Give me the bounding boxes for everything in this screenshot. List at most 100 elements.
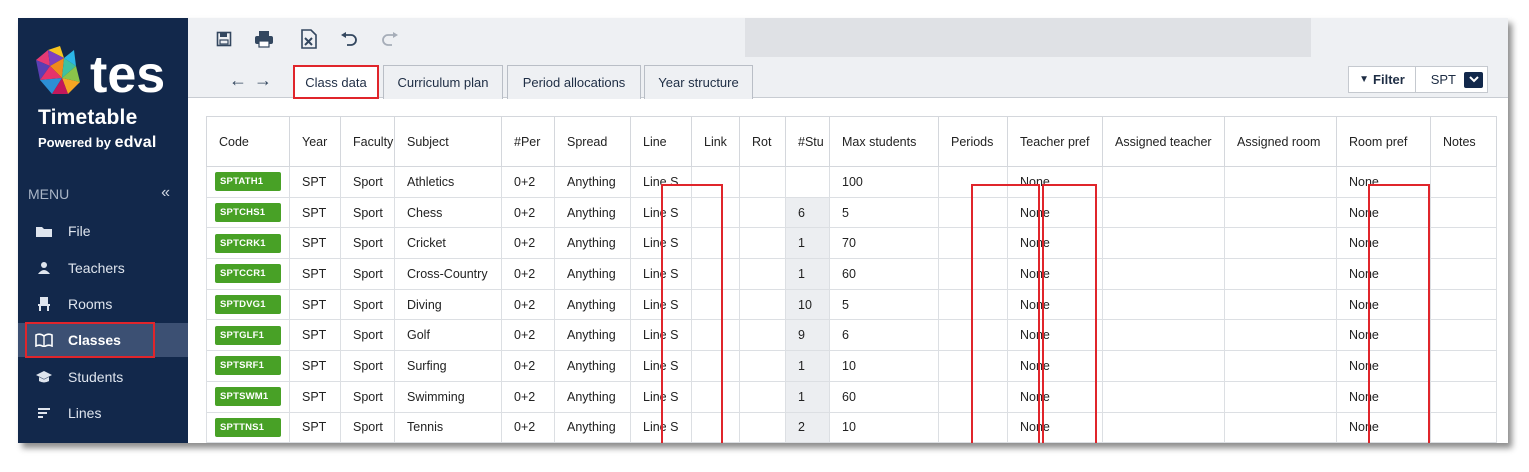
column-header-rot[interactable]: Rot [739,116,786,167]
cell-rot[interactable] [739,227,786,260]
cell-periods[interactable] [938,166,1008,198]
cell-stu[interactable]: 1 [785,380,830,413]
cell-room-pref[interactable]: None [1336,166,1431,198]
cell-subject[interactable]: Golf [394,319,502,352]
cell-periods[interactable] [938,319,1008,352]
back-arrow-icon[interactable]: ← [229,70,247,91]
cell-year[interactable]: SPT [289,411,341,443]
column-header-spread[interactable]: Spread [554,116,631,167]
cell-assigned-teacher[interactable] [1102,411,1225,443]
cell-assigned-room[interactable] [1224,166,1337,198]
cell-assigned-room[interactable] [1224,319,1337,352]
cell-periods[interactable] [938,288,1008,321]
cell-room-pref[interactable]: None [1336,380,1431,413]
column-header-max[interactable]: Max students [829,116,939,167]
sidebar-item-rooms[interactable]: Rooms [18,287,188,321]
cell-per[interactable]: 0+2 [501,288,555,321]
cell-faculty[interactable]: Sport [340,196,395,229]
cell-line[interactable]: Line S [630,319,692,352]
sidebar-item-file[interactable]: File [18,214,188,248]
class-code-badge[interactable]: SPTCRK1 [215,233,281,253]
cell-link[interactable] [691,288,740,321]
cell-year[interactable]: SPT [289,227,341,260]
cell-rot[interactable] [739,258,786,290]
cell-max[interactable]: 5 [829,196,939,229]
cell-spread[interactable]: Anything [554,380,631,413]
cell-max[interactable]: 70 [829,227,939,260]
column-header-per[interactable]: #Per [501,116,555,167]
cell-assigned-room[interactable] [1224,227,1337,260]
cell-spread[interactable]: Anything [554,350,631,382]
cell-room-pref[interactable]: None [1336,319,1431,352]
cell-link[interactable] [691,319,740,352]
cell-subject[interactable]: Cricket [394,227,502,260]
cell-year[interactable]: SPT [289,350,341,382]
cell-teacher-pref[interactable]: None [1007,258,1103,290]
column-header-stu[interactable]: #Stu [785,116,830,167]
cell-per[interactable]: 0+2 [501,166,555,198]
cell-stu[interactable]: 10 [785,288,830,321]
cell-teacher-pref[interactable]: None [1007,227,1103,260]
cell-spread[interactable]: Anything [554,227,631,260]
cell-stu[interactable]: 1 [785,258,830,290]
class-code-badge[interactable]: SPTCCR1 [215,264,281,284]
cell-rot[interactable] [739,288,786,321]
cell-notes[interactable] [1430,258,1497,290]
cell-room-pref[interactable]: None [1336,196,1431,229]
cell-periods[interactable] [938,411,1008,443]
cell-periods[interactable] [938,196,1008,229]
cell-subject[interactable]: Cross-Country [394,258,502,290]
cell-assigned-teacher[interactable] [1102,380,1225,413]
cell-periods[interactable] [938,227,1008,260]
tab-class-data[interactable]: Class data [293,65,379,99]
cell-assigned-room[interactable] [1224,411,1337,443]
cell-teacher-pref[interactable]: None [1007,166,1103,198]
tab-period-allocations[interactable]: Period allocations [507,65,641,99]
cell-notes[interactable] [1430,288,1497,321]
table-row[interactable]: SPTDVG1 SPT Sport Diving 0+2 Anything Line S 10… [206,288,1497,321]
cell-code[interactable]: SPTCCR1 [206,258,290,290]
cell-subject[interactable]: Surfing [394,350,502,382]
cell-link[interactable] [691,196,740,229]
cell-year[interactable]: SPT [289,258,341,290]
column-header-periods[interactable]: Periods [938,116,1008,167]
class-code-badge[interactable]: SPTDVG1 [215,295,281,315]
table-row[interactable]: SPTATH1 SPT Sport Athletics 0+2 Anything Line … [206,166,1497,198]
cell-notes[interactable] [1430,196,1497,229]
column-header-assigned-teacher[interactable]: Assigned teacher [1102,116,1225,167]
cell-stu[interactable]: 1 [785,350,830,382]
cell-spread[interactable]: Anything [554,411,631,443]
column-header-faculty[interactable]: Faculty [340,116,395,167]
tab-year-structure[interactable]: Year structure [644,65,753,99]
cell-code[interactable]: SPTATH1 [206,166,290,198]
cell-subject[interactable]: Diving [394,288,502,321]
cell-rot[interactable] [739,196,786,229]
cell-year[interactable]: SPT [289,288,341,321]
cell-notes[interactable] [1430,319,1497,352]
cell-spread[interactable]: Anything [554,166,631,198]
sidebar-item-teachers[interactable]: Teachers [18,251,188,285]
table-row[interactable]: SPTCRK1 SPT Sport Cricket 0+2 Anything Line S 1… [206,227,1497,260]
column-header-line[interactable]: Line [630,116,692,167]
cell-link[interactable] [691,380,740,413]
cell-code[interactable]: SPTTNS1 [206,411,290,443]
cell-spread[interactable]: Anything [554,258,631,290]
cell-faculty[interactable]: Sport [340,350,395,382]
class-code-badge[interactable]: SPTATH1 [215,172,281,192]
cell-line[interactable]: Line S [630,166,692,198]
cell-assigned-room[interactable] [1224,288,1337,321]
cell-line[interactable]: Line S [630,350,692,382]
cell-notes[interactable] [1430,227,1497,260]
class-code-badge[interactable]: SPTTNS1 [215,417,281,437]
cell-stu[interactable]: 2 [785,411,830,443]
cell-teacher-pref[interactable]: None [1007,411,1103,443]
column-header-assigned-room[interactable]: Assigned room [1224,116,1337,167]
column-header-teacher-pref[interactable]: Teacher pref [1007,116,1103,167]
cell-stu[interactable] [785,166,830,198]
cell-notes[interactable] [1430,380,1497,413]
cell-notes[interactable] [1430,411,1497,443]
cell-room-pref[interactable]: None [1336,258,1431,290]
cell-faculty[interactable]: Sport [340,380,395,413]
table-row[interactable]: SPTGLF1 SPT Sport Golf 0+2 Anything Line S 9 6 No… [206,319,1497,352]
cell-teacher-pref[interactable]: None [1007,319,1103,352]
